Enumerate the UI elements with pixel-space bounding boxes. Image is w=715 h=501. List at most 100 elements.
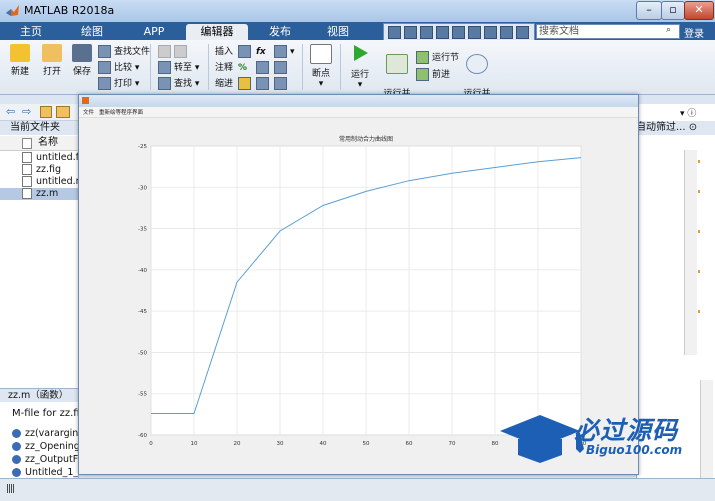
back-arrow-icon[interactable]: ⇦	[6, 105, 15, 118]
list-item[interactable]: untitled.fig	[0, 152, 78, 164]
paste-quick-icon[interactable]	[436, 26, 449, 39]
switch-windows-icon[interactable]	[484, 26, 497, 39]
scroll-marker	[698, 190, 700, 193]
y-tick-label: -30	[138, 185, 147, 191]
indent-decrease-icon	[274, 77, 287, 90]
editor-ribbon: 新建 打开 保存 查找文件 比较 ▾ 打印 ▾ 转至 ▾ 查找 ▾ 插入 注释 …	[0, 40, 715, 112]
find-button[interactable]: 查找 ▾	[158, 77, 199, 91]
function-item[interactable]: zz_OutputFcn	[0, 454, 78, 466]
browse-folder-icon[interactable]	[56, 106, 70, 118]
x-tick-label: 70	[449, 441, 456, 447]
copy-quick-icon[interactable]	[420, 26, 433, 39]
function-icon	[12, 442, 21, 451]
stopwatch-icon	[466, 54, 488, 74]
advance-icon	[416, 68, 429, 81]
function-icon	[12, 468, 21, 477]
indent-button[interactable]: 缩进	[215, 77, 233, 91]
y-tick-label: -55	[138, 392, 147, 398]
open-button[interactable]: 打开	[38, 44, 66, 77]
tab-view[interactable]: 视图	[310, 24, 366, 40]
scroll-marker	[698, 270, 700, 273]
figure-logo-icon	[82, 97, 89, 104]
insert-function-button[interactable]: fx	[256, 45, 266, 59]
find-files-icon	[98, 45, 111, 58]
wrap-comment-button[interactable]	[274, 61, 290, 75]
back-icon	[158, 45, 171, 58]
y-tick-label: -40	[138, 268, 147, 274]
indent-increase-button[interactable]	[256, 77, 272, 91]
save-quick-icon[interactable]	[388, 26, 401, 39]
right-panel-header: 自动筛过... ⊙	[636, 121, 715, 135]
dropdown-icon[interactable]: ⊙	[689, 122, 697, 133]
maximize-button[interactable]: ▫	[661, 1, 685, 20]
cut-quick-icon[interactable]	[404, 26, 417, 39]
forward-arrow-icon[interactable]: ⇨	[22, 105, 31, 118]
run-button[interactable]: 运行 ▾	[345, 44, 375, 90]
tab-home[interactable]: 主页	[4, 24, 58, 40]
magnifier-icon	[158, 77, 171, 90]
m-file-icon	[22, 176, 32, 187]
save-button[interactable]: 保存	[68, 44, 96, 77]
file-type-column-icon	[22, 138, 32, 149]
uncomment-icon	[256, 61, 269, 74]
search-input[interactable]: 搜索文档	[536, 24, 680, 39]
fig-file-icon	[22, 152, 32, 163]
y-tick-label: -35	[138, 227, 147, 233]
section-icon	[238, 45, 251, 58]
function-item[interactable]: zz(varargin)	[0, 428, 78, 440]
undo-quick-icon[interactable]	[452, 26, 465, 39]
breakpoints-button[interactable]: 断点 ▾	[306, 44, 336, 89]
smart-indent-icon	[238, 77, 251, 90]
dropdown-quick-icon[interactable]	[516, 26, 529, 39]
breakpoints-icon	[310, 44, 332, 64]
comment-button[interactable]: 注释	[215, 61, 233, 75]
indent-decrease-button[interactable]	[274, 77, 290, 91]
up-folder-icon[interactable]	[40, 106, 52, 118]
details-description: M-file for zz.fig	[12, 408, 78, 419]
insert-button[interactable]: 插入	[215, 45, 233, 59]
help-quick-icon[interactable]	[500, 26, 513, 39]
run-section-button[interactable]: 运行节	[416, 51, 459, 65]
menu-file[interactable]: 文件	[83, 108, 94, 116]
find-files-button[interactable]: 查找文件	[98, 45, 150, 59]
insert-more-icon	[274, 45, 287, 58]
menu-redraw[interactable]: 重新绘等	[99, 108, 121, 116]
goto-icon	[158, 61, 171, 74]
new-button[interactable]: 新建	[6, 44, 34, 77]
list-item[interactable]: zz.fig	[0, 164, 78, 176]
login-button[interactable]: 登录	[684, 25, 704, 40]
close-button[interactable]: ✕	[684, 1, 714, 20]
insert-section-button[interactable]	[238, 45, 254, 59]
minimize-button[interactable]: –	[636, 1, 662, 20]
list-item[interactable]: zz.m	[0, 188, 78, 200]
nav-back-forward[interactable]	[158, 45, 190, 59]
list-item[interactable]: untitled.m	[0, 176, 78, 188]
tab-apps[interactable]: APP	[124, 24, 184, 40]
redo-quick-icon[interactable]	[468, 26, 481, 39]
print-button[interactable]: 打印 ▾	[98, 77, 139, 91]
new-plus-icon	[10, 44, 30, 62]
advance-button[interactable]: 前进	[416, 68, 450, 82]
insert-more-button[interactable]: ▾	[274, 45, 295, 59]
y-tick-label: -50	[138, 350, 147, 356]
status-grip-icon: ||||	[6, 484, 15, 494]
smart-indent-button[interactable]	[238, 77, 254, 91]
right-dropdown[interactable]: ▾ ⓘ	[680, 106, 710, 119]
x-tick-label: 60	[406, 441, 413, 447]
goto-button[interactable]: 转至 ▾	[158, 61, 199, 75]
run-play-icon	[354, 45, 368, 61]
tab-plots[interactable]: 绘图	[62, 24, 122, 40]
wrap-icon	[274, 61, 287, 74]
right-scrollbar[interactable]	[684, 150, 697, 355]
quick-access-toolbar	[383, 23, 535, 41]
comment-percent-button[interactable]: %	[238, 61, 247, 75]
compare-button[interactable]: 比较 ▾	[98, 61, 139, 75]
name-column-header[interactable]: 名称	[0, 136, 78, 151]
menu-program-ui[interactable]: 程序界面	[121, 108, 143, 116]
search-icon[interactable]: ⌕	[666, 25, 671, 35]
uncomment-button[interactable]	[256, 61, 272, 75]
tab-editor[interactable]: 编辑器	[186, 24, 248, 40]
figure-title-bar[interactable]	[79, 95, 638, 107]
function-item[interactable]: zz_OpeningFcn	[0, 441, 78, 453]
tab-publish[interactable]: 发布	[252, 24, 308, 40]
